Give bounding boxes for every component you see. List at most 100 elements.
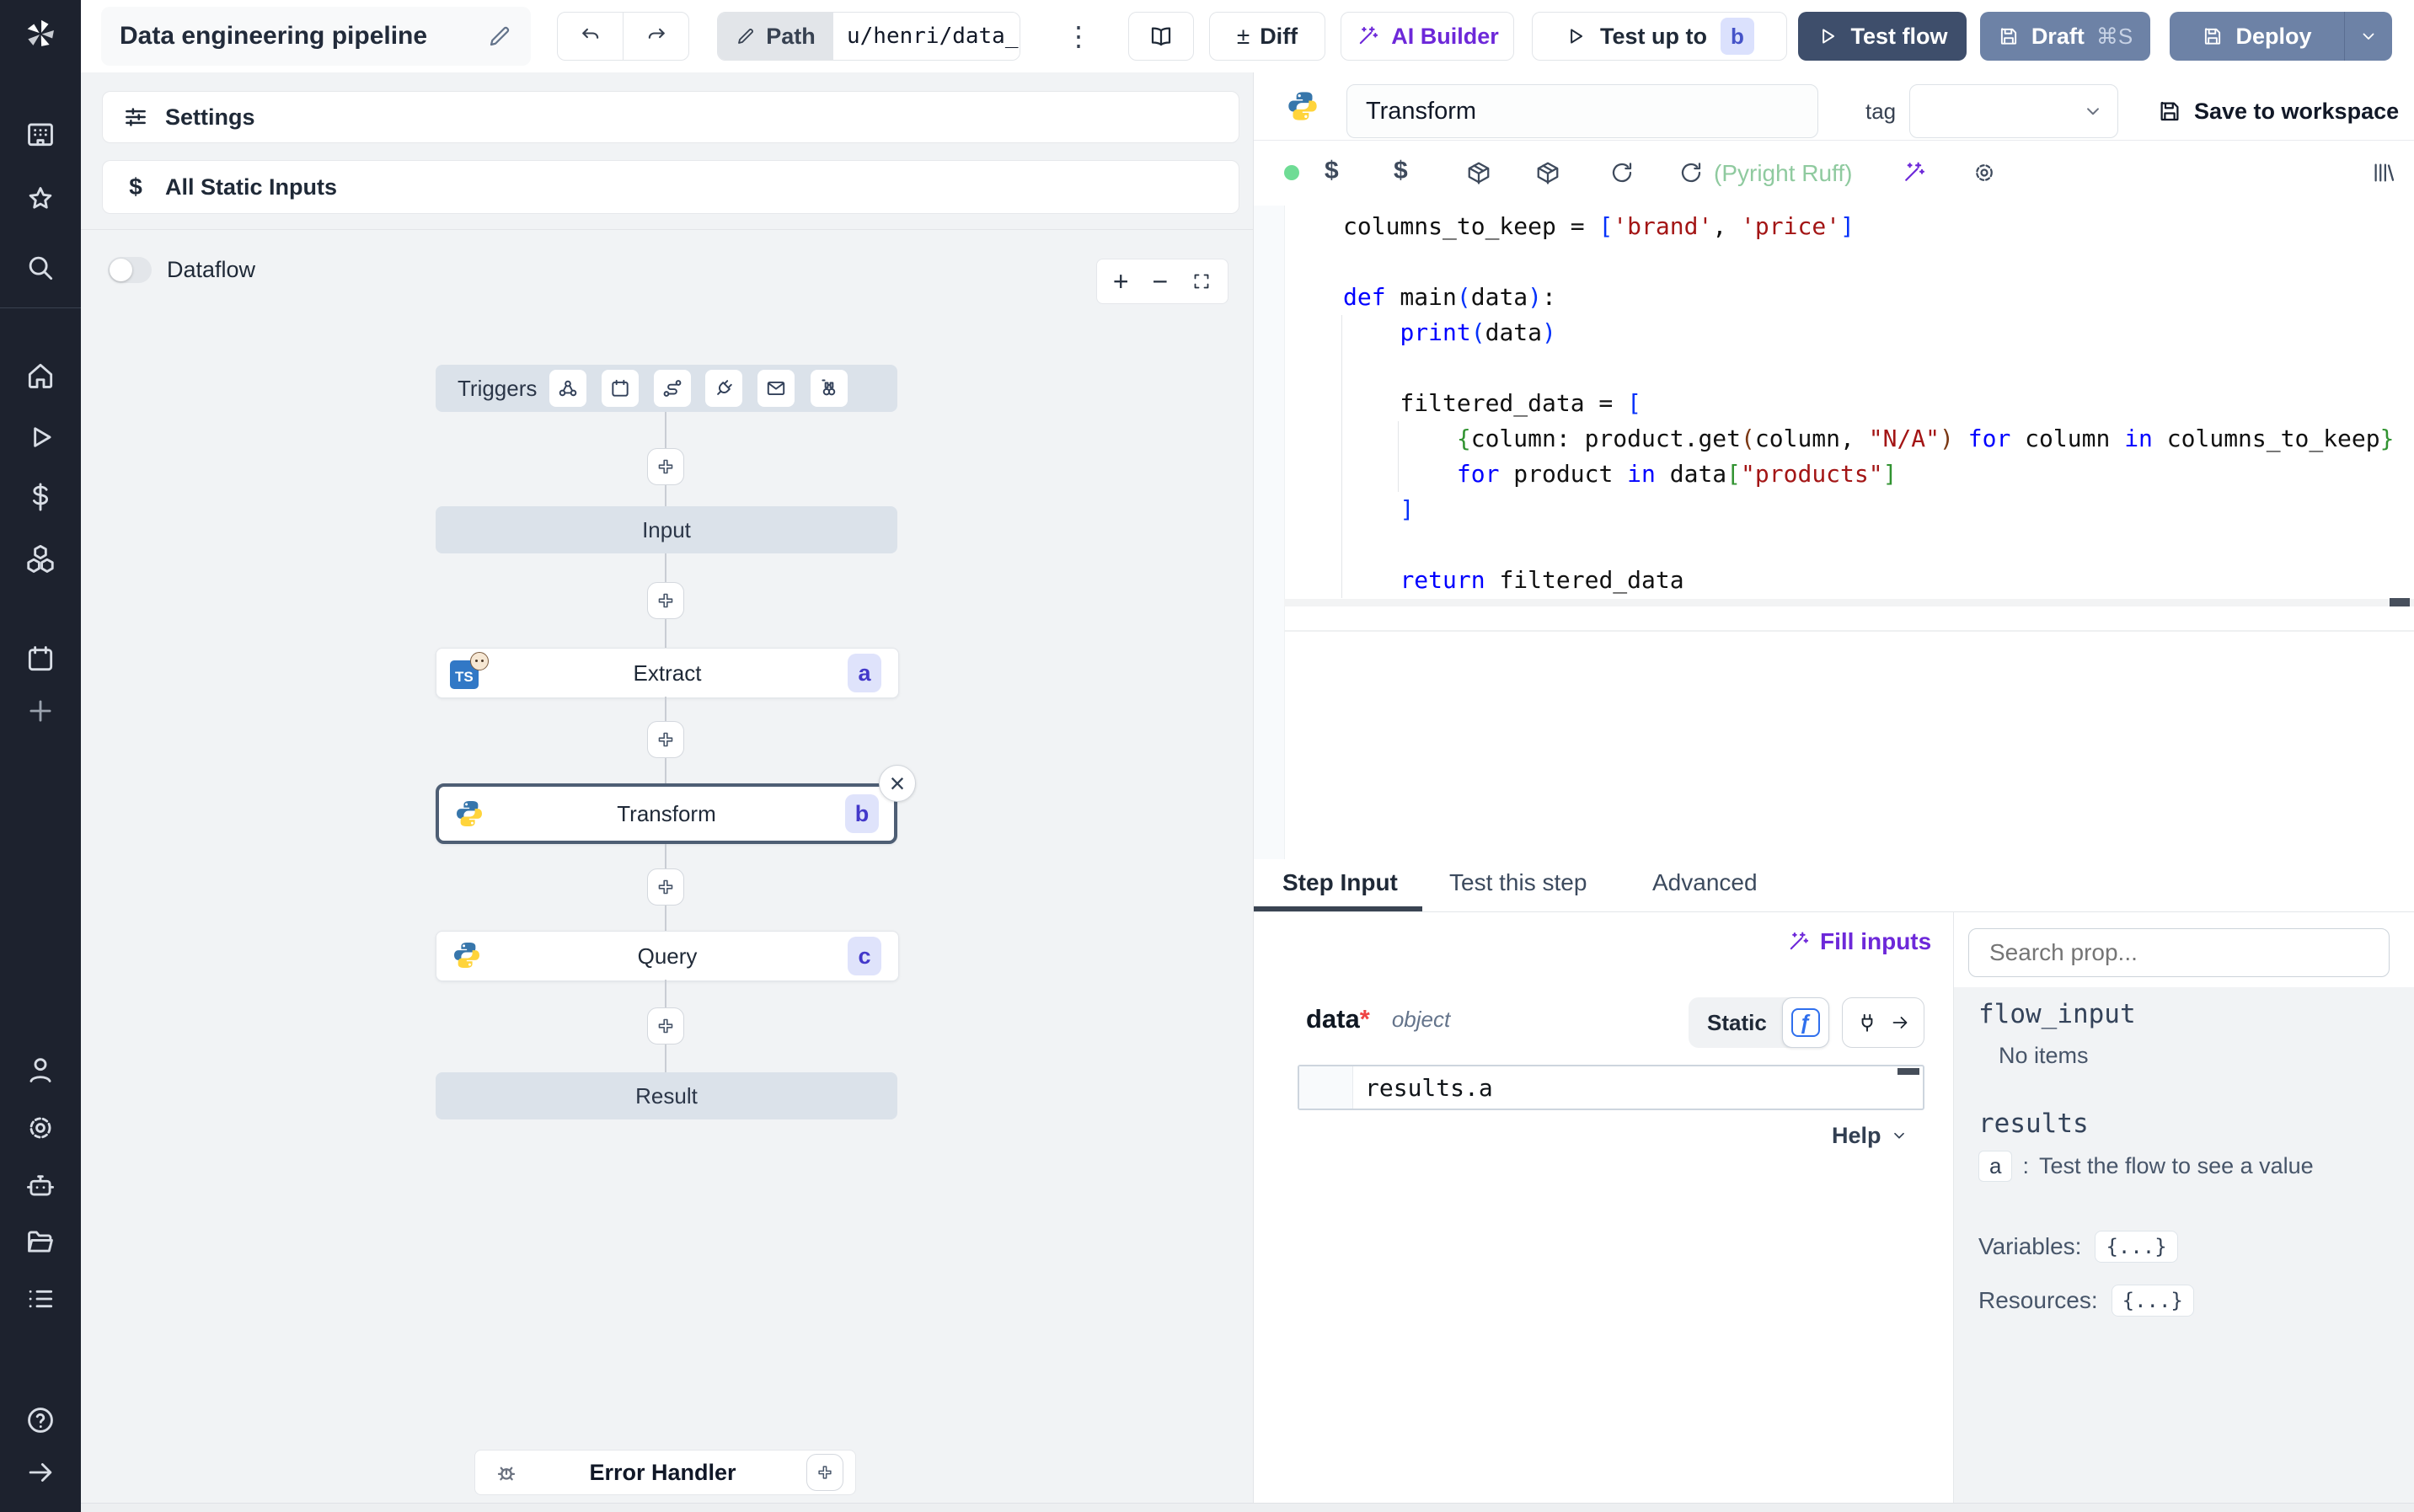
- search-icon[interactable]: [24, 252, 56, 284]
- editor-hscrollbar-thumb[interactable]: [2390, 598, 2410, 606]
- deploy-main[interactable]: Deploy: [2170, 12, 2344, 61]
- diff-button[interactable]: ± Diff: [1209, 12, 1325, 61]
- zoom-in-icon[interactable]: +: [1113, 268, 1129, 295]
- test-up-to-button[interactable]: Test up to b: [1532, 12, 1787, 61]
- email-trigger-icon[interactable]: [757, 370, 795, 407]
- search-prop-input[interactable]: [1968, 928, 2390, 977]
- reload-icon[interactable]: [1609, 160, 1635, 185]
- schedule-trigger-icon[interactable]: [602, 370, 639, 407]
- input-node[interactable]: Input: [436, 506, 897, 553]
- test-flow-button[interactable]: Test flow: [1798, 12, 1967, 61]
- variables-dollar-icon[interactable]: [24, 481, 56, 513]
- assets-dollar-icon[interactable]: $: [1325, 157, 1339, 185]
- library-icon[interactable]: [2371, 160, 2396, 185]
- expand-arrow-icon[interactable]: [24, 1456, 56, 1488]
- insert-step-button[interactable]: [647, 868, 684, 906]
- variables-dollar-icon[interactable]: $: [1394, 157, 1408, 185]
- insert-step-button[interactable]: [647, 448, 684, 485]
- code-content[interactable]: columns_to_keep = ['brand', 'price'] def…: [1343, 209, 2394, 598]
- topbar: Data engineering pipeline Path ⋮ ± Diff …: [81, 0, 2414, 73]
- user-icon[interactable]: [24, 1054, 56, 1086]
- package-icon[interactable]: [1535, 160, 1560, 185]
- required-asterisk: *: [1359, 1004, 1370, 1034]
- ai-builder-button[interactable]: AI Builder: [1341, 12, 1514, 61]
- tag-select[interactable]: [1909, 84, 2118, 138]
- query-node[interactable]: Query c: [436, 931, 899, 981]
- input-mode-toggle[interactable]: Static ƒ: [1689, 997, 1829, 1048]
- settings-gear-icon[interactable]: [24, 1112, 56, 1144]
- edit-title-pencil-icon[interactable]: [487, 24, 512, 49]
- editor-settings-gear-icon[interactable]: [1972, 160, 1997, 185]
- insert-step-button[interactable]: [647, 1007, 684, 1045]
- extract-node[interactable]: TS Extract a: [436, 648, 899, 698]
- flow-settings-button[interactable]: Settings: [102, 91, 1239, 143]
- package-icon[interactable]: [1466, 160, 1491, 185]
- error-handler-node[interactable]: Error Handler: [474, 1450, 856, 1495]
- reload-icon[interactable]: [1678, 160, 1704, 185]
- arg-type: object: [1391, 1006, 1451, 1032]
- variables-value-chip[interactable]: {...}: [2095, 1231, 2178, 1263]
- docs-book-icon[interactable]: [1128, 12, 1194, 61]
- path-input[interactable]: [833, 13, 1020, 60]
- help-icon[interactable]: [24, 1404, 56, 1436]
- folders-icon[interactable]: [24, 1226, 56, 1258]
- deploy-dropdown-chevron-icon[interactable]: [2344, 12, 2392, 61]
- more-kebab-icon[interactable]: ⋮: [1065, 12, 1092, 61]
- flow-input-section[interactable]: flow_input: [1978, 999, 2136, 1029]
- tab-advanced[interactable]: Advanced: [1652, 859, 1758, 906]
- help-button[interactable]: Help: [1832, 1120, 1908, 1151]
- workspace-icon[interactable]: [24, 118, 56, 150]
- step-name-input[interactable]: [1346, 84, 1818, 138]
- resources-row[interactable]: Resources: {...}: [1978, 1282, 2194, 1319]
- javascript-expr-mode-button[interactable]: ƒ: [1781, 997, 1829, 1048]
- result-node[interactable]: Result: [436, 1072, 897, 1119]
- query-node-label: Query: [637, 943, 698, 969]
- workers-robot-icon[interactable]: [24, 1169, 56, 1201]
- bug-icon: [494, 1460, 519, 1485]
- triggers-node[interactable]: Triggers: [436, 365, 897, 412]
- logs-list-icon[interactable]: [24, 1283, 56, 1315]
- insert-step-button[interactable]: [647, 721, 684, 758]
- code-editor[interactable]: columns_to_keep = ['brand', 'price'] def…: [1254, 206, 2414, 859]
- result-a-row[interactable]: a : Test the flow to see a value: [1978, 1149, 2314, 1183]
- result-key-chip[interactable]: a: [1978, 1150, 2013, 1182]
- results-section[interactable]: results: [1978, 1109, 2089, 1139]
- favorites-star-icon[interactable]: [24, 184, 56, 216]
- path-edit-button[interactable]: Path: [718, 13, 833, 60]
- flow-title-wrap[interactable]: Data engineering pipeline: [101, 7, 531, 66]
- deploy-button[interactable]: Deploy: [2170, 12, 2392, 61]
- expression-value[interactable]: results.a: [1365, 1066, 1493, 1109]
- ai-wand-icon[interactable]: [1901, 160, 1926, 185]
- fullscreen-icon[interactable]: [1191, 271, 1212, 291]
- dataflow-toggle[interactable]: [108, 257, 152, 283]
- tab-step-input[interactable]: Step Input: [1282, 859, 1398, 906]
- close-icon[interactable]: ×: [879, 765, 916, 802]
- fill-inputs-button[interactable]: Fill inputs: [1786, 925, 1931, 959]
- static-mode-label[interactable]: Static: [1707, 1010, 1767, 1036]
- runs-play-icon[interactable]: [24, 421, 56, 453]
- zoom-out-icon[interactable]: −: [1153, 268, 1169, 295]
- resources-value-chip[interactable]: {...}: [2111, 1285, 2194, 1317]
- transform-node-selected[interactable]: Transform b: [436, 783, 897, 844]
- webhook-trigger-icon[interactable]: [549, 370, 586, 407]
- save-to-workspace-button[interactable]: Save to workspace: [2157, 84, 2399, 138]
- all-static-inputs-button[interactable]: $ All Static Inputs: [102, 160, 1239, 214]
- tab-test-this-step[interactable]: Test this step: [1449, 859, 1587, 906]
- home-icon[interactable]: [24, 360, 56, 392]
- add-error-handler-button[interactable]: [806, 1454, 843, 1491]
- draft-button[interactable]: Draft ⌘S: [1980, 12, 2150, 61]
- undo-button[interactable]: [558, 13, 624, 60]
- schedules-calendar-icon[interactable]: [24, 643, 56, 675]
- resources-boxes-icon[interactable]: [24, 542, 56, 574]
- route-trigger-icon[interactable]: [654, 370, 691, 407]
- dataflow-label: Dataflow: [167, 257, 256, 282]
- expression-input[interactable]: results.a: [1298, 1065, 1924, 1110]
- windmill-logo-icon[interactable]: [22, 15, 59, 52]
- connect-input-buttons[interactable]: [1842, 997, 1924, 1048]
- poll-watch-trigger-icon[interactable]: [811, 370, 848, 407]
- redo-button[interactable]: [624, 13, 688, 60]
- insert-step-button[interactable]: [647, 582, 684, 619]
- websocket-plug-trigger-icon[interactable]: [705, 370, 742, 407]
- add-plus-icon[interactable]: [24, 695, 56, 727]
- variables-row[interactable]: Variables: {...}: [1978, 1228, 2178, 1265]
